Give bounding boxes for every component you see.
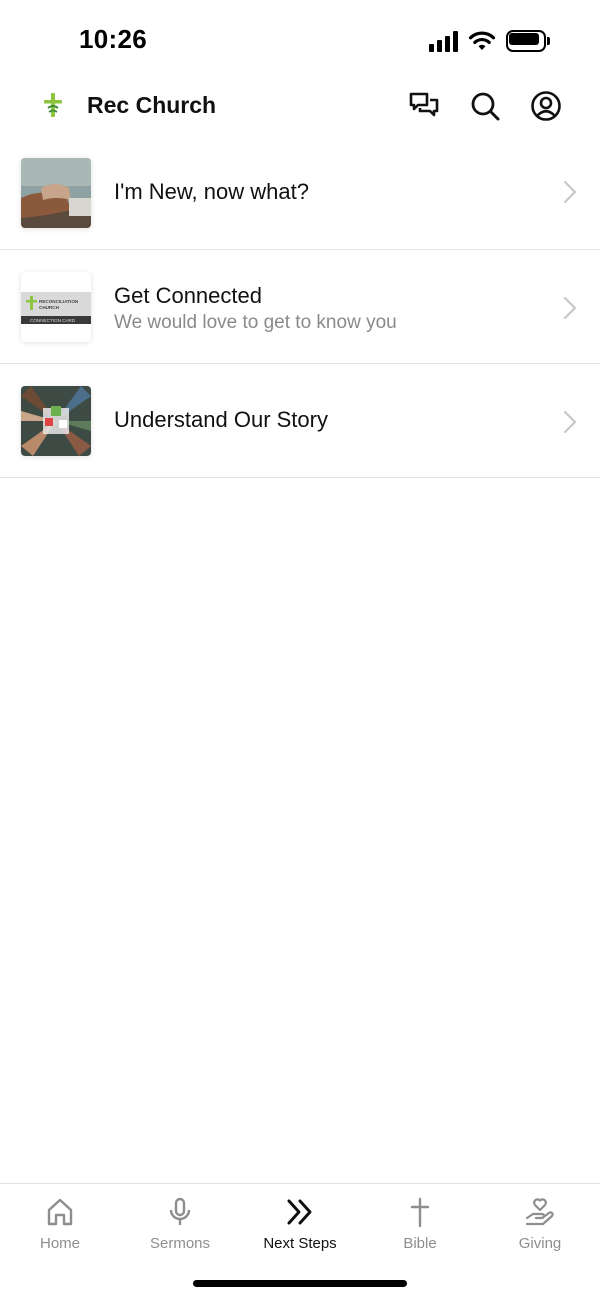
list-item-im-new[interactable]: I'm New, now what? — [0, 136, 600, 250]
chevron-right-icon — [563, 410, 577, 434]
list-item-understand-our-story[interactable]: Understand Our Story — [0, 364, 600, 478]
microphone-icon — [169, 1197, 191, 1225]
app-title: Rec Church — [87, 92, 217, 118]
status-icons — [429, 28, 550, 54]
search-button[interactable] — [469, 90, 501, 122]
thumb-text-line1: RECONCILIATION — [39, 299, 79, 304]
tab-giving[interactable]: Giving — [480, 1184, 600, 1264]
tab-bible[interactable]: Bible — [360, 1184, 480, 1264]
cross-icon — [410, 1197, 430, 1228]
chat-icon — [409, 92, 439, 117]
list-item-subtitle: We would love to get to know you — [114, 312, 397, 333]
list-item-title: I'm New, now what? — [114, 179, 309, 204]
list-item-title: Get Connected — [114, 283, 262, 308]
tab-label: Bible — [403, 1235, 437, 1252]
profile-button[interactable] — [530, 90, 562, 122]
battery-icon — [506, 30, 550, 52]
thumb-text-line2: CHURCH — [39, 305, 60, 310]
heart-hand-icon — [525, 1198, 554, 1226]
hands-on-bible-image — [21, 158, 91, 228]
search-icon — [471, 92, 500, 121]
tab-label: Home — [39, 1235, 80, 1252]
profile-icon — [531, 91, 561, 121]
double-chevron-icon — [287, 1199, 312, 1225]
tab-label: Sermons — [149, 1235, 211, 1252]
next-steps-list: I'm New, now what? RECONCILIATION CHURCH… — [0, 136, 600, 478]
thumb-text-line3: CONNECTION CARD — [30, 318, 76, 323]
home-icon — [47, 1198, 73, 1226]
list-item-title: Understand Our Story — [114, 407, 328, 432]
tab-next-steps[interactable]: Next Steps — [240, 1184, 360, 1264]
home-indicator[interactable] — [193, 1280, 407, 1287]
cellular-signal-icon — [429, 30, 458, 52]
tab-label: Next Steps — [263, 1235, 337, 1252]
connection-card-image: RECONCILIATION CHURCH CONNECTION CARD — [21, 272, 91, 342]
chat-button[interactable] — [408, 90, 440, 122]
church-logo-icon — [44, 93, 62, 117]
wifi-icon — [468, 31, 496, 50]
tab-sermons[interactable]: Sermons — [120, 1184, 240, 1264]
chevron-right-icon — [563, 180, 577, 204]
tab-label: Giving — [518, 1235, 562, 1252]
hands-together-image — [21, 386, 91, 456]
chevron-right-icon — [563, 296, 577, 320]
status-bar: 10:26 — [0, 0, 600, 80]
app-header: Rec Church — [0, 80, 600, 136]
status-time: 10:26 — [79, 24, 147, 54]
tab-home[interactable]: Home — [0, 1184, 120, 1264]
list-item-get-connected[interactable]: RECONCILIATION CHURCH CONNECTION CARD Ge… — [0, 250, 600, 364]
